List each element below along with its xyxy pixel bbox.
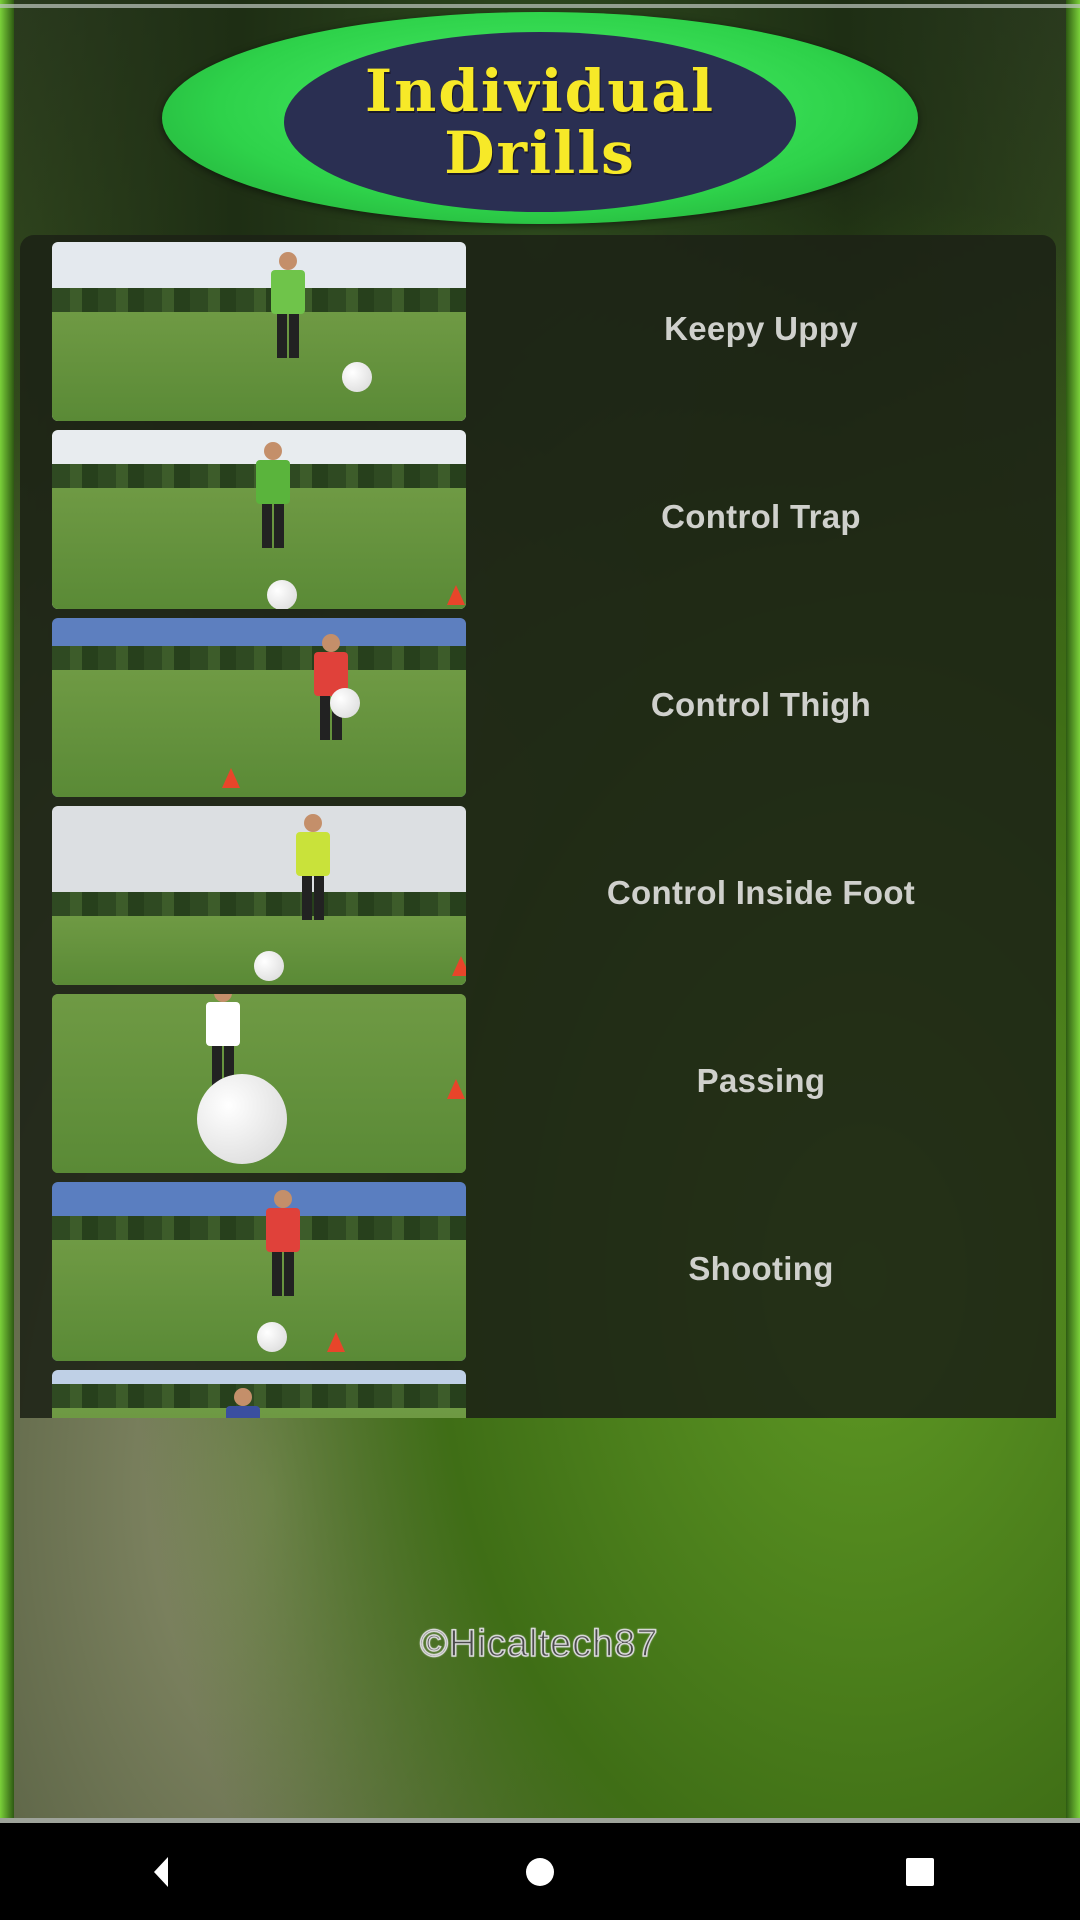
list-item[interactable]	[20, 1363, 1056, 1418]
logo-inner-oval: Individual Drills	[284, 32, 796, 212]
drill-label[interactable]: Passing	[466, 987, 1056, 1175]
cone-icon	[222, 768, 240, 788]
player-figure	[222, 1388, 262, 1418]
thumbnail-grass	[52, 670, 466, 797]
drill-label[interactable]: Control Thigh	[466, 611, 1056, 799]
player-figure	[267, 252, 307, 362]
nav-back-button[interactable]	[101, 1823, 221, 1920]
list-item[interactable]: Passing	[20, 987, 1056, 1175]
header-logo: Individual Drills	[162, 12, 918, 224]
background-edge-right	[1066, 0, 1080, 1823]
drill-thumbnail[interactable]	[52, 1370, 466, 1418]
list-item[interactable]: Control Inside Foot	[20, 799, 1056, 987]
list-item[interactable]: Control Trap	[20, 423, 1056, 611]
ball-icon	[254, 951, 284, 981]
watermark: ©Hicaltech87	[419, 1622, 659, 1666]
android-nav-bar	[0, 1823, 1080, 1920]
thumbnail-trees	[52, 646, 466, 672]
drill-thumbnail[interactable]	[52, 806, 466, 985]
list-item[interactable]: Control Thigh	[20, 611, 1056, 799]
back-icon	[154, 1856, 168, 1887]
ball-icon	[330, 688, 360, 718]
page-title-line2: Drills	[444, 119, 636, 187]
ball-icon	[267, 580, 297, 609]
home-icon	[526, 1857, 554, 1886]
player-figure	[292, 814, 332, 924]
player-figure	[262, 1190, 302, 1300]
drill-label[interactable]	[466, 1363, 1056, 1418]
ball-icon	[257, 1322, 287, 1352]
cone-icon	[452, 956, 466, 976]
drill-label[interactable]: Control Trap	[466, 423, 1056, 611]
player-figure	[252, 442, 292, 552]
cone-icon	[327, 1332, 345, 1352]
drill-thumbnail[interactable]	[52, 1182, 466, 1361]
thumbnail-trees	[52, 1216, 466, 1242]
nav-home-button[interactable]	[480, 1823, 600, 1920]
drill-thumbnail[interactable]	[52, 618, 466, 797]
drill-thumbnail[interactable]	[52, 994, 466, 1173]
list-item[interactable]: Shooting	[20, 1175, 1056, 1363]
thumbnail-trees	[52, 288, 466, 314]
nav-recents-button[interactable]	[860, 1823, 980, 1920]
thumbnail-trees	[52, 892, 466, 918]
page-title-line1: Individual	[365, 57, 715, 125]
background-edge-left	[0, 0, 14, 1823]
ball-icon	[197, 1074, 287, 1164]
drill-label[interactable]: Shooting	[466, 1175, 1056, 1363]
thumbnail-grass	[52, 312, 466, 421]
ball-icon	[342, 362, 372, 392]
recents-icon	[906, 1857, 934, 1886]
drill-thumbnail[interactable]	[52, 242, 466, 421]
cone-icon	[447, 585, 465, 605]
list-item[interactable]: Keepy Uppy	[20, 235, 1056, 423]
drill-label[interactable]: Keepy Uppy	[466, 235, 1056, 423]
drills-list[interactable]: Keepy Uppy Control Trap Control Thigh Contr…	[20, 235, 1056, 1418]
cone-icon	[447, 1079, 465, 1099]
drill-thumbnail[interactable]	[52, 430, 466, 609]
background-top-line	[0, 4, 1080, 8]
drill-label[interactable]: Control Inside Foot	[466, 799, 1056, 987]
